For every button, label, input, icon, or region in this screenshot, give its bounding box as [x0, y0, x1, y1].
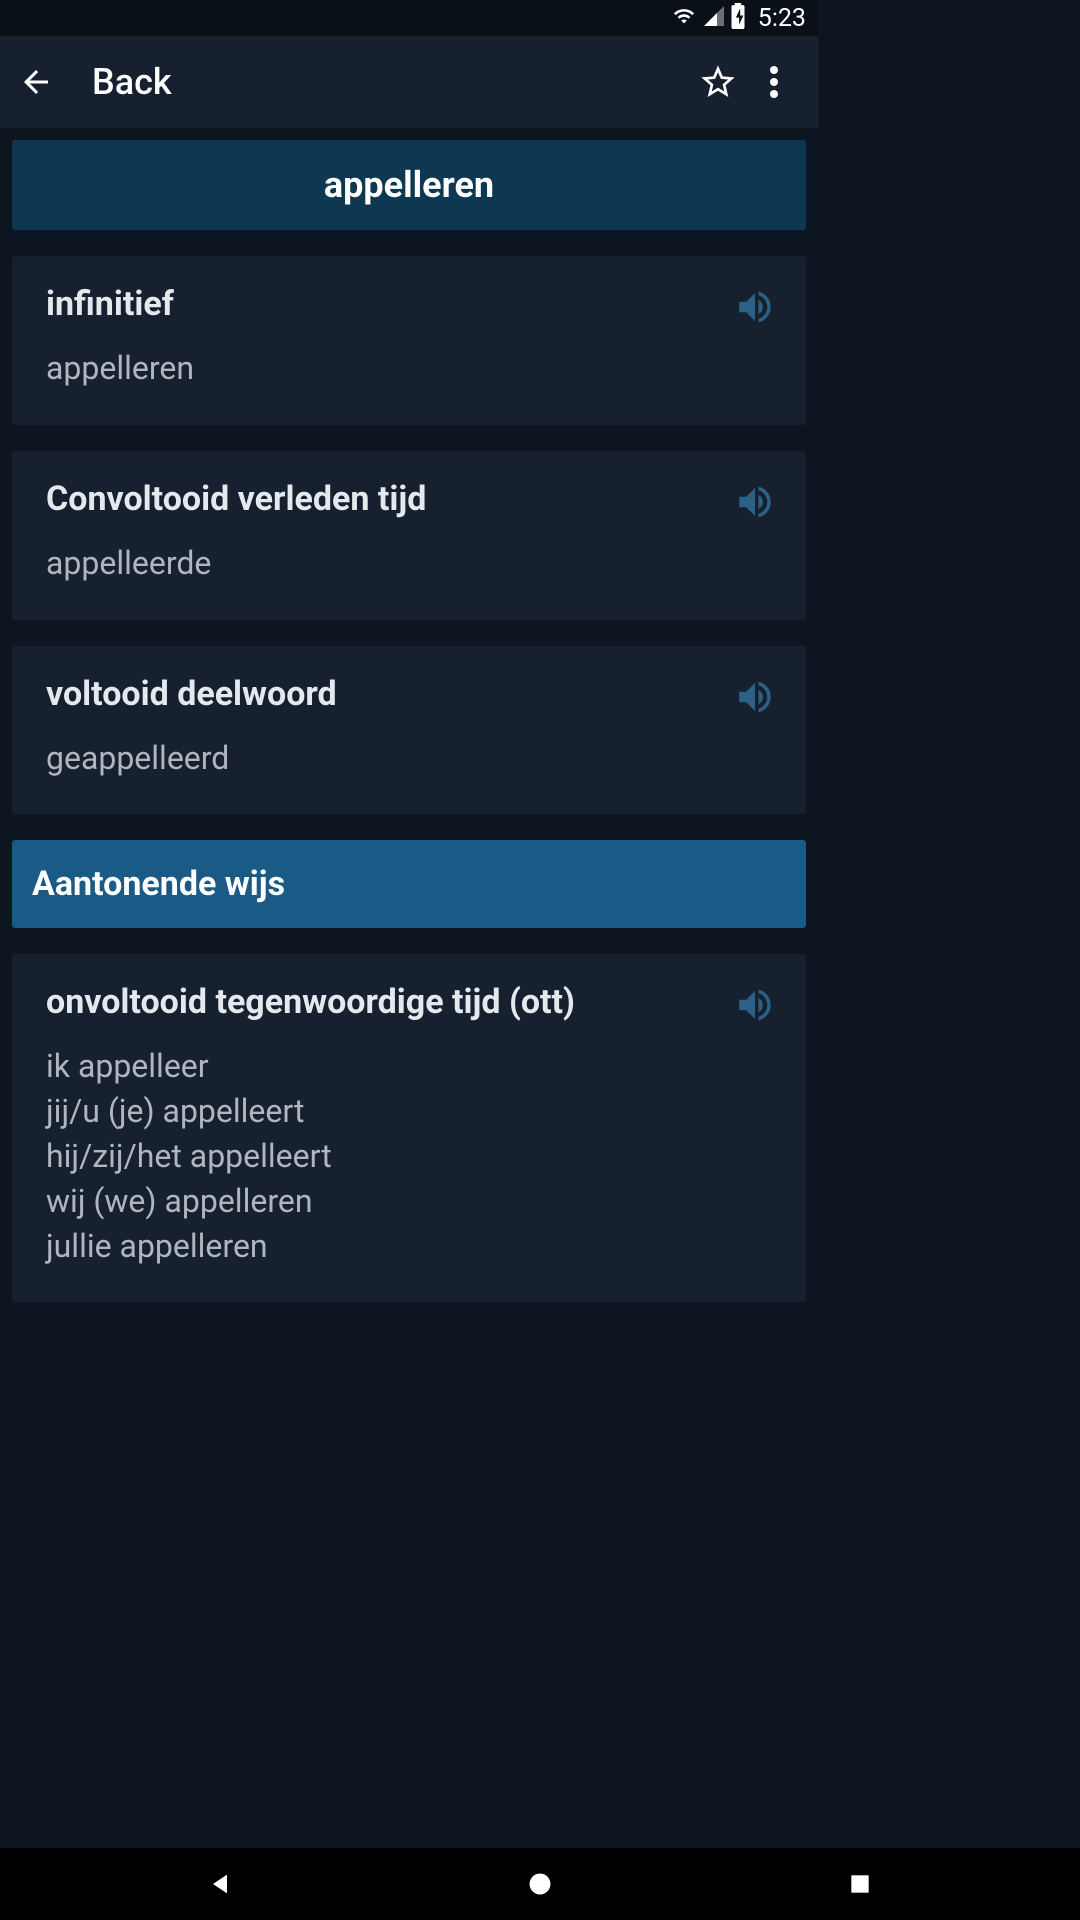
battery-charging-icon	[730, 3, 746, 33]
navigation-bar	[0, 1848, 1080, 1920]
signal-icon	[702, 4, 726, 32]
speaker-icon[interactable]	[734, 286, 776, 328]
card-value: appelleerde	[46, 541, 772, 586]
page-title: Back	[92, 61, 690, 103]
nav-back-button[interactable]	[190, 1854, 250, 1914]
section-header: Aantonende wijs	[12, 840, 806, 928]
conjugation-lines: ik appelleer jij/u (je) appelleert hij/z…	[46, 1044, 772, 1268]
verb-form-card: Convoltooid verleden tijd appelleerde	[12, 451, 806, 620]
wifi-icon	[670, 5, 698, 31]
app-bar: Back	[0, 36, 818, 128]
card-value: geappelleerd	[46, 736, 772, 781]
speaker-icon[interactable]	[734, 676, 776, 718]
card-title: onvoltooid tegenwoordige tijd (ott)	[46, 982, 772, 1022]
content-area: appelleren infinitief appelleren Convolt…	[0, 128, 818, 1384]
speaker-icon[interactable]	[734, 984, 776, 1026]
status-time: 5:23	[758, 4, 806, 33]
nav-recent-button[interactable]	[830, 1854, 890, 1914]
back-arrow-button[interactable]	[16, 62, 56, 102]
status-bar: 5:23	[0, 0, 818, 36]
card-value: appelleren	[46, 346, 772, 391]
word-title: appelleren	[12, 140, 806, 230]
card-title: infinitief	[46, 284, 772, 324]
card-title: Convoltooid verleden tijd	[46, 479, 772, 519]
favorite-button[interactable]	[690, 54, 746, 110]
card-title: voltooid deelwoord	[46, 674, 772, 714]
speaker-icon[interactable]	[734, 481, 776, 523]
verb-form-card: voltooid deelwoord geappelleerd	[12, 646, 806, 815]
conjugation-card: onvoltooid tegenwoordige tijd (ott) ik a…	[12, 954, 806, 1302]
verb-form-card: infinitief appelleren	[12, 256, 806, 425]
more-options-button[interactable]	[746, 54, 802, 110]
nav-home-button[interactable]	[510, 1854, 570, 1914]
